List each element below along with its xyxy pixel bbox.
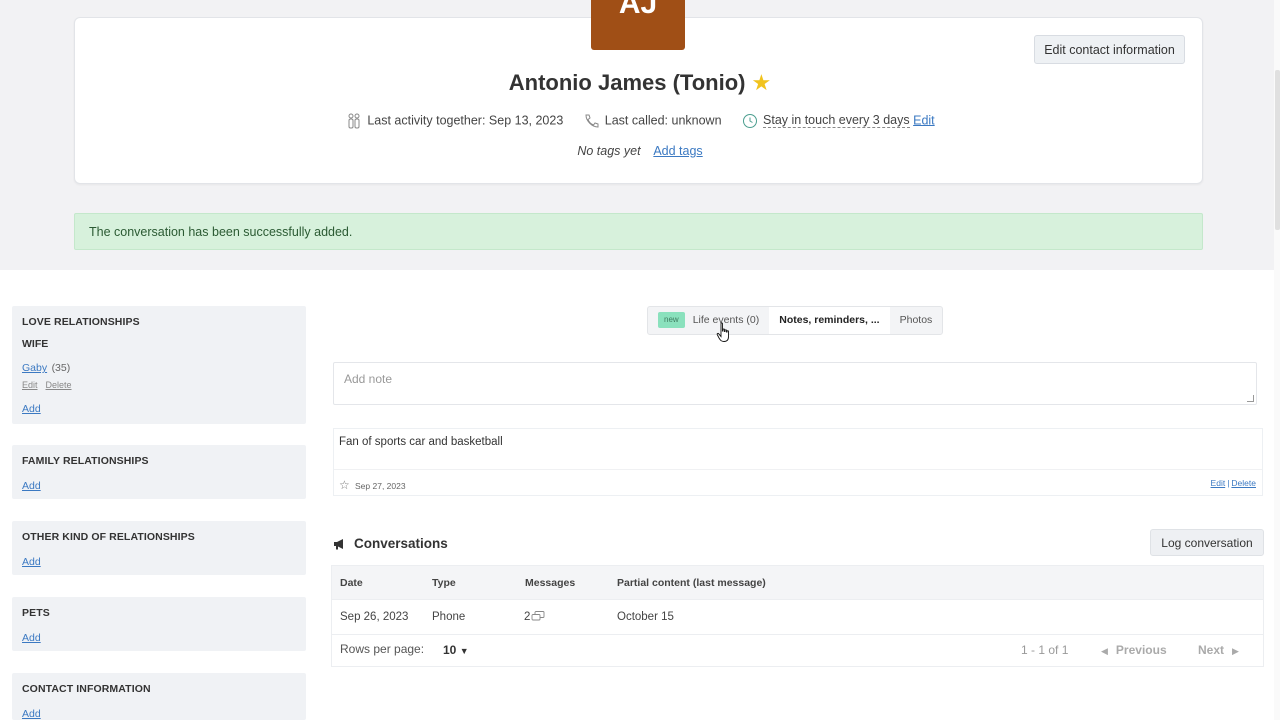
edit-contact-button[interactable]: Edit contact information xyxy=(1034,35,1185,64)
tab-notes[interactable]: Notes, reminders, ... xyxy=(769,307,890,334)
last-activity: Last activity together: Sep 13, 2023 xyxy=(345,113,563,129)
pets-title: PETS xyxy=(22,607,50,619)
alarm-icon xyxy=(743,114,758,128)
chevron-right-icon: ▶ xyxy=(1232,646,1239,656)
favorite-note-star-icon[interactable]: ☆ xyxy=(339,478,350,492)
new-badge: new xyxy=(658,312,685,329)
relationship-actions: Edit Delete xyxy=(22,380,296,390)
chevron-left-icon: ◀ xyxy=(1101,646,1108,656)
column-header-messages[interactable]: Messages xyxy=(525,577,575,589)
column-header-type[interactable]: Type xyxy=(432,577,456,589)
no-tags-text: No tags yet xyxy=(577,144,641,158)
chat-icon xyxy=(531,611,545,621)
family-relationships-title: FAMILY RELATIONSHIPS xyxy=(22,455,149,467)
page-scrollbar[interactable] xyxy=(1274,0,1280,720)
relationship-entry: Gaby (35) xyxy=(22,358,296,376)
love-relationships-section: LOVE RELATIONSHIPS WIFE Gaby (35) Edit De… xyxy=(12,306,306,424)
column-header-date[interactable]: Date xyxy=(340,577,363,589)
note-date: Sep 27, 2023 xyxy=(355,481,406,491)
last-called-text: Last called: unknown xyxy=(604,113,722,128)
tab-photos[interactable]: Photos xyxy=(890,307,943,334)
contact-information-title: CONTACT INFORMATION xyxy=(22,683,151,695)
add-family-relationship-link[interactable]: Add xyxy=(22,480,41,492)
wife-label: WIFE xyxy=(22,338,49,350)
rows-per-page-select[interactable]: 10 ▼ xyxy=(443,643,469,657)
stay-in-touch-text: Stay in touch every 3 days xyxy=(763,113,910,129)
note-actions: Edit | Delete xyxy=(1211,478,1256,488)
stay-in-touch-edit-link[interactable]: Edit xyxy=(913,113,935,127)
tags-row: No tags yet Add tags xyxy=(0,144,1280,158)
add-tags-link[interactable]: Add tags xyxy=(653,144,702,158)
avatar-initials: AJ xyxy=(618,0,658,20)
message-count: 2 xyxy=(524,611,531,623)
rows-per-page-value: 10 xyxy=(443,643,457,657)
contact-information-section: CONTACT INFORMATION Add xyxy=(12,673,306,720)
rows-per-page-label: Rows per page: xyxy=(340,642,425,656)
contact-name: Antonio James (Tonio) xyxy=(508,70,746,95)
other-relationships-title: OTHER KIND OF RELATIONSHIPS xyxy=(22,531,195,543)
avatar: AJ xyxy=(591,0,685,50)
conversations-heading: Conversations xyxy=(333,536,448,551)
add-note-placeholder: Add note xyxy=(344,372,393,386)
pets-section: PETS Add xyxy=(12,597,306,651)
next-label: Next xyxy=(1198,643,1225,657)
note-card: Fan of sports car and basketball ☆ Sep 2… xyxy=(333,428,1263,496)
contact-name-row: Antonio James (Tonio) ★ xyxy=(0,70,1280,96)
cell-content: October 15 xyxy=(617,611,674,623)
content-tabs: new Life events (0) Notes, reminders, ... P… xyxy=(647,306,944,335)
family-relationships-section: FAMILY RELATIONSHIPS Add xyxy=(12,445,306,499)
phone-icon xyxy=(585,114,599,128)
stay-in-touch: Stay in touch every 3 days Edit xyxy=(741,113,935,129)
success-alert-message: The conversation has been successfully a… xyxy=(89,225,353,239)
conversations-title: Conversations xyxy=(354,536,448,551)
add-contact-information-link[interactable]: Add xyxy=(22,708,41,720)
previous-page-button[interactable]: ◀ Previous xyxy=(1101,643,1167,657)
pointer-cursor-icon xyxy=(716,322,729,342)
people-icon xyxy=(348,113,360,129)
note-text: Fan of sports car and basketball xyxy=(339,436,503,448)
note-footer: ☆ Sep 27, 2023 Edit | Delete xyxy=(334,469,1262,496)
relationship-person-age: (35) xyxy=(51,362,71,374)
relationship-edit-link[interactable]: Edit xyxy=(22,380,38,390)
resize-handle-icon[interactable] xyxy=(1247,395,1254,402)
add-love-relationship-link[interactable]: Add xyxy=(22,403,41,415)
cell-messages: 2 xyxy=(524,611,545,623)
contact-meta-row: Last activity together: Sep 13, 2023 Las… xyxy=(0,113,1280,129)
cell-date: Sep 26, 2023 xyxy=(340,611,409,623)
favorite-star-icon[interactable]: ★ xyxy=(751,70,771,95)
love-relationships-title: LOVE RELATIONSHIPS xyxy=(22,316,140,328)
note-actions-separator: | xyxy=(1227,478,1230,488)
table-row[interactable]: Sep 26, 2023 Phone 2 October 15 xyxy=(332,600,1263,635)
tab-life-events[interactable]: new Life events (0) xyxy=(648,307,769,334)
log-conversation-button[interactable]: Log conversation xyxy=(1150,529,1264,556)
last-called: Last called: unknown xyxy=(583,113,722,129)
relationship-delete-link[interactable]: Delete xyxy=(46,380,72,390)
previous-label: Previous xyxy=(1115,643,1167,657)
next-page-button[interactable]: Next ▶ xyxy=(1198,643,1239,657)
table-pagination: Rows per page: 10 ▼ 1 - 1 of 1 ◀ Previous… xyxy=(332,635,1263,666)
relationship-person-link[interactable]: Gaby xyxy=(22,362,47,374)
other-relationships-section: OTHER KIND OF RELATIONSHIPS Add xyxy=(12,521,306,575)
success-alert: The conversation has been successfully a… xyxy=(74,213,1203,250)
add-other-relationship-link[interactable]: Add xyxy=(22,556,41,568)
table-header: Date Type Messages Partial content (last… xyxy=(332,566,1263,600)
note-delete-link[interactable]: Delete xyxy=(1231,478,1256,488)
note-edit-link[interactable]: Edit xyxy=(1211,478,1226,488)
scrollbar-thumb[interactable] xyxy=(1275,70,1280,230)
add-pet-link[interactable]: Add xyxy=(22,632,41,644)
cell-type: Phone xyxy=(432,611,466,623)
add-note-field[interactable]: Add note xyxy=(333,362,1257,405)
megaphone-icon xyxy=(334,539,343,550)
caret-down-icon: ▼ xyxy=(459,646,469,656)
page-info: 1 - 1 of 1 xyxy=(1021,643,1069,657)
conversations-table: Date Type Messages Partial content (last… xyxy=(331,565,1264,667)
column-header-content[interactable]: Partial content (last message) xyxy=(617,577,766,589)
last-activity-text: Last activity together: Sep 13, 2023 xyxy=(367,113,564,128)
